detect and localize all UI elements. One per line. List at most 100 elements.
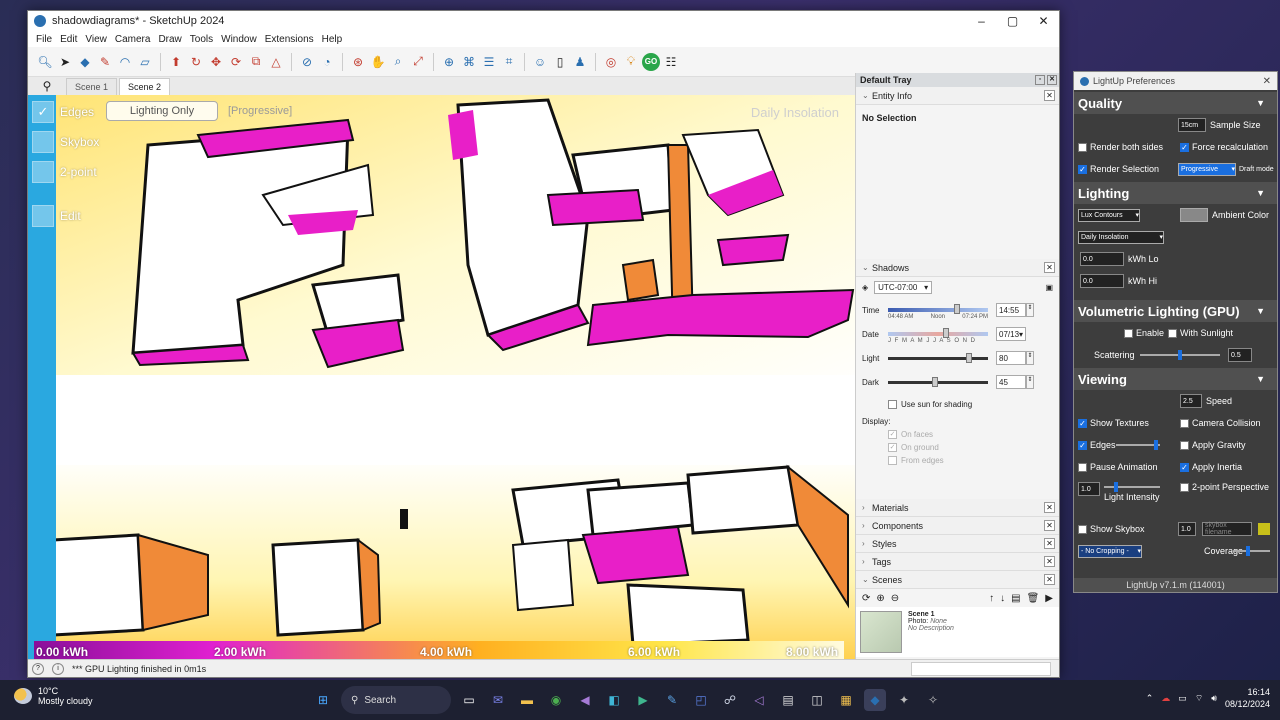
app-icon[interactable]: ◧ <box>603 689 625 711</box>
tab-scene-1[interactable]: Scene 1 <box>66 77 118 95</box>
menu-edit[interactable]: Edit <box>56 34 81 45</box>
two-point-toggle[interactable]: 2-point <box>32 161 97 183</box>
time-input[interactable]: 14:55 <box>996 303 1026 317</box>
dark-spinner[interactable]: ⇕ <box>1026 375 1034 389</box>
analysis-select[interactable]: Daily Insolation ▾ <box>1078 230 1164 244</box>
refresh-icon[interactable]: ⟳ <box>862 593 870 604</box>
select-icon[interactable]: ➤ <box>56 53 74 71</box>
archive-icon[interactable]: ▦ <box>835 689 857 711</box>
date-select[interactable]: 07/13 ▾ <box>996 327 1026 341</box>
lightup-bulb-icon[interactable]: 💡︎ <box>622 53 640 71</box>
add-scene-icon[interactable]: ⊕ <box>876 593 884 604</box>
close-icon[interactable]: ✕ <box>1044 556 1055 567</box>
offset-icon[interactable]: △ <box>267 53 285 71</box>
visual-studio-icon[interactable]: ◀ <box>574 689 596 711</box>
menu-help[interactable]: Help <box>318 34 347 45</box>
delete-icon[interactable]: 🗑︎ <box>1027 593 1040 604</box>
dark-slider[interactable] <box>888 376 988 387</box>
tape-measure-icon[interactable]: ⊘ <box>298 53 316 71</box>
viewing-header[interactable]: Viewing ▼ <box>1074 368 1277 390</box>
rectangle-icon[interactable]: ▱ <box>136 53 154 71</box>
show-skybox-row[interactable]: Show Skybox <box>1078 524 1145 534</box>
with-sunlight-checkbox[interactable] <box>1168 328 1177 338</box>
sample-size-input[interactable]: 15cm <box>1178 118 1206 132</box>
sketchup-taskbar-icon[interactable]: ◆ <box>864 689 886 711</box>
sandbox-icon[interactable]: ⌗ <box>500 53 518 71</box>
magnifier-icon[interactable]: ⚲ <box>28 79 66 93</box>
kwh-lo-input[interactable]: 0.0 <box>1080 252 1124 266</box>
cloud-icon[interactable]: ☁ <box>1161 693 1170 704</box>
two-point-row[interactable]: 2-point Perspective <box>1180 482 1269 492</box>
document-icon[interactable]: ▤ <box>777 689 799 711</box>
light-intensity-slider[interactable] <box>1104 482 1160 492</box>
show-skybox-checkbox[interactable] <box>1078 524 1087 534</box>
edges-checkbox[interactable]: ✓ <box>32 101 54 123</box>
from-edges-row[interactable]: From edges <box>862 456 1053 465</box>
follow-me-icon[interactable]: ↻ <box>187 53 205 71</box>
new-file-icon[interactable]: ▯ <box>551 53 569 71</box>
two-point-checkbox[interactable] <box>1180 482 1189 492</box>
maximize-button[interactable]: ▢ <box>997 14 1028 28</box>
close-icon[interactable]: ✕ <box>1044 502 1055 513</box>
account-icon[interactable]: ☺ <box>531 53 549 71</box>
timezone-select[interactable]: UTC-07:00 ▾ <box>874 281 933 294</box>
weather-widget[interactable]: 10°C Mostly cloudy <box>14 686 93 706</box>
scattering-slider[interactable] <box>1140 350 1220 360</box>
close-icon[interactable]: ✕ <box>1044 538 1055 549</box>
close-icon[interactable]: ✕ <box>1263 76 1271 87</box>
pause-animation-row[interactable]: Pause Animation <box>1078 462 1158 472</box>
details-icon[interactable]: ▶ <box>1045 593 1053 604</box>
dark-input[interactable]: 45 <box>996 375 1026 389</box>
cropping-select[interactable]: - No Cropping - ▾ <box>1078 544 1142 558</box>
light-intensity-input[interactable]: 1.0 <box>1078 482 1100 496</box>
render-both-sides-row[interactable]: Render both sides <box>1078 142 1163 152</box>
orbit-icon[interactable]: ⊛ <box>349 53 367 71</box>
components-header[interactable]: › Components ✕ <box>856 517 1059 535</box>
on-faces-checkbox[interactable]: ✓ <box>888 430 897 439</box>
show-textures-row[interactable]: ✓ Show Textures <box>1078 418 1149 428</box>
tags-header[interactable]: › Tags ✕ <box>856 553 1059 571</box>
time-spinner[interactable]: ⇕ <box>1026 303 1034 317</box>
paint-icon[interactable]: ✎ <box>661 689 683 711</box>
render-selection-checkbox[interactable]: ✓ <box>1078 164 1087 174</box>
styles-header[interactable]: › Styles ✕ <box>856 535 1059 553</box>
skybox-color-swatch[interactable] <box>1258 523 1270 535</box>
tray-pin-icon[interactable]: ▫ <box>1035 75 1045 85</box>
ambient-color-swatch[interactable] <box>1180 208 1208 222</box>
apply-inertia-checkbox[interactable]: ✓ <box>1180 462 1189 472</box>
measurements-box[interactable] <box>911 661 1051 676</box>
entity-info-header[interactable]: ⌄ Entity Info ✕ <box>856 87 1059 105</box>
other-app-icon[interactable]: ✧ <box>922 689 944 711</box>
on-faces-row[interactable]: ✓ On faces <box>862 430 1053 439</box>
skybox-checkbox[interactable] <box>32 131 54 153</box>
eraser-icon[interactable]: ◆ <box>76 53 94 71</box>
tool-icon[interactable]: ◫ <box>806 689 828 711</box>
zoom-icon[interactable]: ⌕ <box>389 53 407 71</box>
lu-edges-checkbox[interactable]: ✓ <box>1078 440 1087 450</box>
taskbar-search[interactable]: ⚲ Search <box>341 686 451 714</box>
volume-icon[interactable]: 🔊︎ <box>1211 693 1217 704</box>
terminal-icon[interactable]: ▶ <box>632 689 654 711</box>
teams-icon[interactable]: ✉ <box>487 689 509 711</box>
edit-toggle[interactable]: Edit <box>32 205 81 227</box>
shadows-header[interactable]: ⌄ Shadows ✕ <box>856 259 1059 277</box>
apply-inertia-row[interactable]: ✓ Apply Inertia <box>1180 462 1242 472</box>
lightup-target-icon[interactable]: ◎ <box>602 53 620 71</box>
two-point-checkbox[interactable] <box>32 161 54 183</box>
render-both-sides-checkbox[interactable] <box>1078 142 1087 152</box>
on-ground-checkbox[interactable]: ✓ <box>888 443 897 452</box>
skybox-toggle[interactable]: Skybox <box>32 131 99 153</box>
camera-collision-row[interactable]: Camera Collision <box>1180 418 1261 428</box>
collapse-arrow-icon[interactable]: ▼ <box>1256 374 1265 384</box>
scenes-header[interactable]: ⌄ Scenes ✕ <box>856 571 1059 589</box>
show-textures-checkbox[interactable]: ✓ <box>1078 418 1087 428</box>
protractor-icon[interactable]: ◔ <box>318 53 336 71</box>
camera-collision-checkbox[interactable] <box>1180 418 1189 428</box>
coverage-slider[interactable] <box>1234 546 1270 556</box>
pause-animation-checkbox[interactable] <box>1078 462 1087 472</box>
rotate-icon[interactable]: ⟳ <box>227 53 245 71</box>
view-options-icon[interactable]: ▤ <box>1011 593 1020 604</box>
visual-studio-2-icon[interactable]: ◁ <box>748 689 770 711</box>
remove-scene-icon[interactable]: ⊖ <box>891 593 899 604</box>
arc-icon[interactable]: ◠ <box>116 53 134 71</box>
